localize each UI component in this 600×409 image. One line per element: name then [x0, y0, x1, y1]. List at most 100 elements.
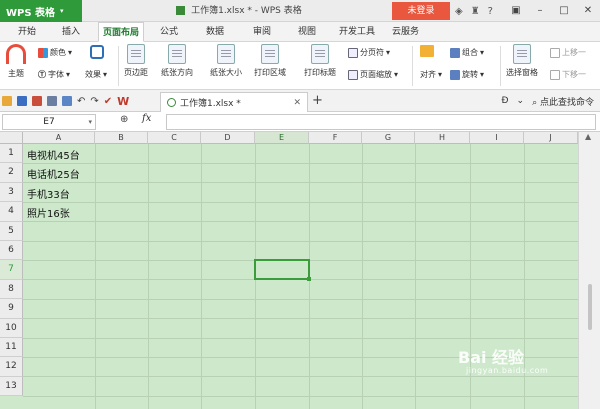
send-backward-button[interactable]: 下移一: [550, 69, 586, 80]
margin-button[interactable]: 页边距: [124, 44, 148, 78]
collapse-icon[interactable]: ⌄: [517, 96, 525, 106]
cell-a1[interactable]: 电视机45台: [27, 147, 80, 162]
cell-a3[interactable]: 手机33台: [27, 186, 70, 201]
color-button[interactable]: 颜色 ▾: [38, 47, 72, 58]
tab-page-layout[interactable]: 页面布局: [98, 22, 145, 42]
row-header-selected[interactable]: 7: [0, 260, 23, 280]
font-icon: Ⓣ: [38, 70, 46, 79]
rotate-button[interactable]: 旋转 ▾: [450, 69, 484, 80]
column-header[interactable]: H: [415, 132, 470, 144]
wps-logo-icon[interactable]: W: [117, 95, 129, 108]
cell-a2[interactable]: 电话机25台: [27, 166, 80, 181]
login-button[interactable]: 未登录: [392, 2, 450, 20]
row-header[interactable]: 11: [0, 338, 23, 358]
font-button[interactable]: Ⓣ 字体 ▾: [38, 69, 70, 80]
column-header[interactable]: D: [201, 132, 255, 144]
tab-cloud[interactable]: 云服务: [392, 22, 419, 42]
tab-insert[interactable]: 插入: [62, 22, 80, 42]
vertical-scrollbar[interactable]: ▲: [578, 132, 600, 409]
save-icon[interactable]: [17, 96, 27, 106]
row-header[interactable]: 6: [0, 241, 23, 261]
cell-a4[interactable]: 照片16张: [27, 205, 70, 220]
tab-view[interactable]: 视图: [298, 22, 316, 42]
column-header[interactable]: B: [95, 132, 148, 144]
tab-developer[interactable]: 开发工具: [339, 22, 375, 42]
share-icon[interactable]: Ð: [502, 96, 509, 106]
shirt-icon[interactable]: ♜: [471, 6, 480, 17]
column-header-selected[interactable]: E: [255, 132, 309, 144]
align-button[interactable]: 对齐 ▾: [420, 69, 442, 80]
fill-handle[interactable]: [307, 277, 311, 281]
tab-data[interactable]: 数据: [206, 22, 224, 42]
column-header[interactable]: J: [524, 132, 578, 144]
tab-formulas[interactable]: 公式: [160, 22, 178, 42]
export-pdf-icon[interactable]: [32, 96, 42, 106]
tab-home[interactable]: 开始: [18, 22, 36, 42]
row-header[interactable]: 1: [0, 144, 23, 164]
maximize-icon[interactable]: □: [552, 0, 576, 22]
watermark-url: jingyan.baidu.com: [466, 366, 549, 375]
zoom-icon[interactable]: ⊕: [120, 114, 128, 125]
redo-icon[interactable]: ↷: [90, 96, 98, 107]
row-header[interactable]: 9: [0, 299, 23, 319]
font-label: 字体: [48, 70, 64, 79]
gridline: [95, 144, 96, 409]
name-box[interactable]: E7 ▾: [2, 114, 96, 130]
select-pane-button[interactable]: 选择窗格: [506, 44, 538, 78]
column-header[interactable]: I: [470, 132, 524, 144]
row-header[interactable]: 12: [0, 357, 23, 377]
formula-input[interactable]: [166, 114, 596, 130]
selected-cell[interactable]: [254, 259, 311, 281]
document-tab[interactable]: 工作簿1.xlsx * ✕: [160, 92, 308, 112]
theme-button[interactable]: 主题: [6, 44, 26, 79]
row-header[interactable]: 8: [0, 279, 23, 300]
skin-icon[interactable]: ◈: [455, 6, 463, 17]
scroll-up-icon[interactable]: ▲: [585, 132, 591, 141]
print-area-button[interactable]: 打印区域: [254, 44, 286, 78]
effect-button[interactable]: 效果 ▾: [85, 69, 107, 80]
size-button[interactable]: 纸张大小: [210, 44, 242, 78]
help-icon[interactable]: ?: [488, 6, 493, 17]
column-header[interactable]: C: [148, 132, 201, 144]
function-button[interactable]: fx: [142, 113, 151, 124]
orientation-button[interactable]: 纸张方向: [161, 44, 193, 78]
format-brush-icon[interactable]: ✔: [104, 96, 112, 107]
row-header[interactable]: 5: [0, 221, 23, 241]
row-header[interactable]: 10: [0, 318, 23, 338]
cell-reference: E7: [43, 117, 55, 127]
select-all-corner[interactable]: [0, 132, 23, 144]
column-header[interactable]: G: [362, 132, 415, 144]
scroll-thumb[interactable]: [588, 284, 592, 330]
row-header[interactable]: 13: [0, 376, 23, 397]
effect-icon-box[interactable]: [90, 45, 104, 59]
undo-icon[interactable]: ↶: [77, 96, 85, 107]
row-header[interactable]: 4: [0, 202, 23, 222]
row-header[interactable]: 3: [0, 182, 23, 203]
print-preview-icon[interactable]: [62, 96, 72, 106]
new-tab-button[interactable]: +: [312, 93, 323, 108]
close-tab-icon[interactable]: ✕: [293, 98, 301, 108]
page-break-button[interactable]: 分页符 ▾: [348, 47, 390, 58]
title-tools: ◈ ♜ ?: [455, 0, 493, 22]
document-icon: [176, 6, 186, 15]
app-menu-button[interactable]: WPS 表格 ▾: [0, 0, 82, 22]
tab-review[interactable]: 审阅: [253, 22, 271, 42]
restore-icon[interactable]: ▣: [504, 0, 528, 22]
bring-forward-button[interactable]: 上移一: [550, 47, 586, 58]
align-icon-box[interactable]: [420, 45, 434, 57]
close-icon[interactable]: ✕: [576, 0, 600, 22]
gridline: [23, 318, 578, 319]
row-header[interactable]: 2: [0, 163, 23, 183]
print-titles-button[interactable]: 打印标题: [304, 44, 336, 78]
quick-access-icons: ↶ ↷ ✔ W: [2, 90, 129, 112]
bring-forward-label: 上移一: [562, 48, 586, 57]
print-icon[interactable]: [47, 96, 57, 106]
column-header[interactable]: F: [309, 132, 362, 144]
page-zoom-button[interactable]: 页面缩放 ▾: [348, 69, 398, 80]
select-pane-icon: [513, 44, 531, 64]
search-command[interactable]: ⌕ 点此查找命令: [532, 95, 594, 108]
column-header[interactable]: A: [23, 132, 95, 144]
open-folder-icon[interactable]: [2, 96, 12, 106]
group-button[interactable]: 组合 ▾: [450, 47, 484, 58]
minimize-icon[interactable]: –: [528, 0, 552, 22]
